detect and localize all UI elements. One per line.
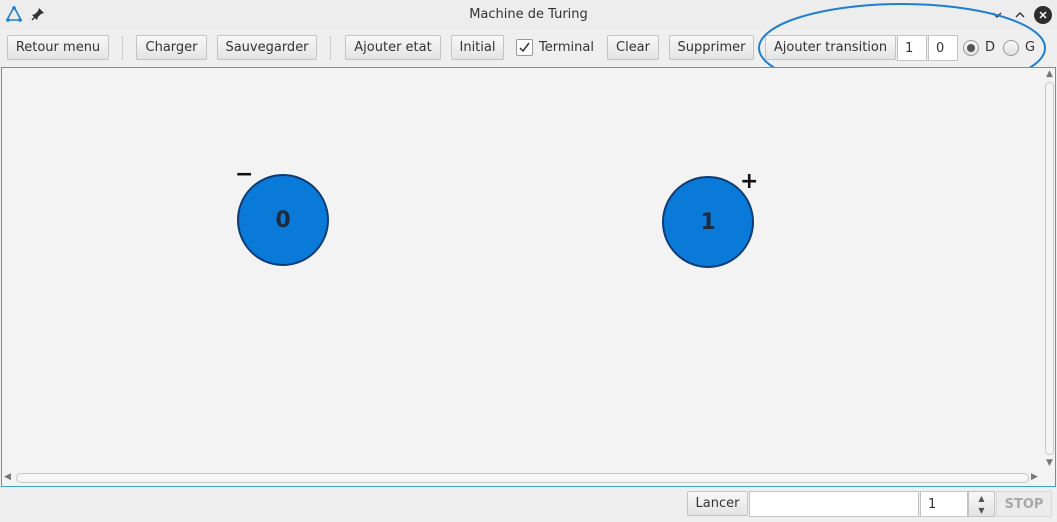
supprimer-button[interactable]: Supprimer (669, 35, 754, 60)
horizontal-scroll-track[interactable] (16, 473, 1029, 483)
graph-canvas[interactable]: − 0 + 1 ▲ ▼ ◀ ▶ (1, 67, 1056, 487)
vertical-scroll-track[interactable] (1045, 82, 1054, 455)
scroll-down-icon[interactable]: ▼ (1046, 458, 1053, 468)
close-icon[interactable] (1034, 6, 1052, 24)
initial-button[interactable]: Initial (451, 35, 504, 60)
scroll-left-icon[interactable]: ◀ (4, 472, 11, 482)
retour-menu-button[interactable]: Retour menu (7, 35, 109, 60)
stepper-up-icon[interactable]: ▲ (969, 492, 994, 504)
bottom-bar: Lancer 1 ▲ ▼ STOP (0, 488, 1057, 522)
radio-selected-dot (967, 44, 975, 52)
speed-input-field[interactable]: 1 (920, 491, 968, 517)
scroll-right-icon[interactable]: ▶ (1031, 472, 1038, 482)
window-title: Machine de Turing (469, 7, 588, 22)
write-symbol-field[interactable]: 0 (928, 35, 958, 61)
state-node-1[interactable]: 1 (662, 176, 754, 268)
terminal-checkbox[interactable] (516, 39, 533, 56)
toolbar: Retour menu Charger Sauvegarder Ajouter … (0, 30, 1057, 66)
maximize-icon[interactable] (1011, 6, 1029, 24)
direction-g-radio[interactable] (1003, 40, 1019, 56)
sauvegarder-button[interactable]: Sauvegarder (217, 35, 317, 60)
tape-input-field[interactable] (749, 491, 919, 517)
scroll-up-icon[interactable]: ▲ (1046, 69, 1053, 79)
charger-button[interactable]: Charger (136, 35, 207, 60)
direction-d-label: D (985, 40, 996, 55)
minimize-icon[interactable] (988, 6, 1006, 24)
toolbar-separator (330, 36, 331, 60)
direction-d-radio[interactable] (963, 40, 979, 56)
stepper-down-icon[interactable]: ▼ (969, 504, 994, 516)
speed-stepper[interactable]: ▲ ▼ (968, 491, 995, 517)
direction-g-label: G (1025, 40, 1036, 55)
main-window: Machine de Turing Retour menu Charger Sa… (0, 0, 1057, 522)
stop-button[interactable]: STOP (996, 491, 1052, 517)
lancer-button[interactable]: Lancer (687, 491, 748, 516)
checkmark-icon (519, 42, 530, 53)
read-symbol-field[interactable]: 1 (897, 35, 927, 61)
ajouter-transition-button[interactable]: Ajouter transition (765, 35, 896, 60)
vertical-scrollbar[interactable]: ▲ ▼ (1043, 68, 1056, 471)
state-0-marker: − (235, 162, 254, 187)
title-bar: Machine de Turing (0, 0, 1057, 30)
clear-button[interactable]: Clear (607, 35, 659, 60)
horizontal-scrollbar[interactable]: ◀ ▶ (2, 471, 1043, 485)
state-node-0[interactable]: 0 (237, 174, 329, 266)
terminal-label: Terminal (539, 40, 594, 55)
state-1-marker: + (740, 169, 759, 194)
ajouter-etat-button[interactable]: Ajouter etat (345, 35, 441, 60)
toolbar-separator (122, 36, 123, 60)
